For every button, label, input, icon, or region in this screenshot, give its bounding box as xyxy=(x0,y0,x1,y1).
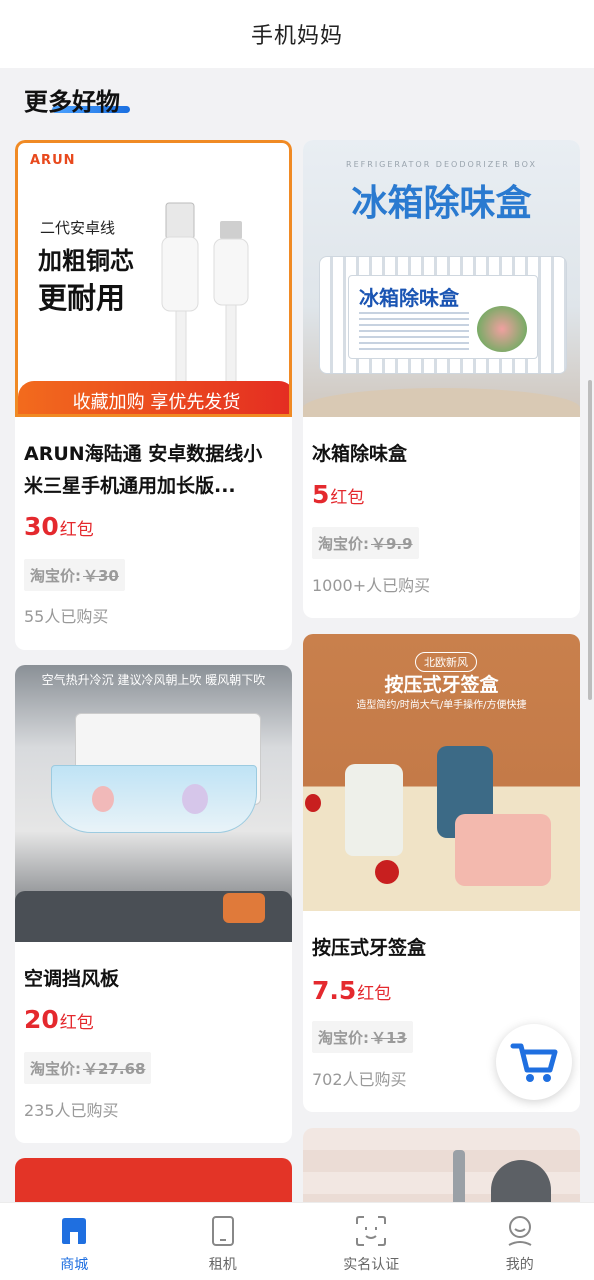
product-card-ac-deflector[interactable]: 空气热升冷沉 建议冷风朝上吹 暖风朝下吹 空调挡风板 20红包 淘宝价: ￥27.… xyxy=(15,665,292,1143)
image-headline-2: 更耐用 xyxy=(38,281,126,315)
image-headline: 按压式牙签盒 xyxy=(384,674,499,696)
toothpick-box-pink xyxy=(455,814,551,886)
taobao-price: ￥30 xyxy=(83,566,119,585)
toothpick-box-white xyxy=(345,764,403,856)
tab-verify-identity[interactable]: 实名认证 xyxy=(297,1203,446,1280)
image-tag: 北欧新风 xyxy=(415,652,477,672)
taobao-price-badge: 淘宝价: ￥27.68 xyxy=(24,1052,152,1084)
product-name: 空调挡风板 xyxy=(24,968,120,990)
taobao-price: ￥9.9 xyxy=(371,534,413,553)
product-image: 北欧新风 按压式牙签盒 造型简约/时尚大气/单手操作/方便快捷 xyxy=(303,634,580,911)
price-value: 30 xyxy=(24,512,59,541)
taobao-price: ￥13 xyxy=(371,1028,407,1047)
taobao-price-badge: 淘宝价: ￥9.9 xyxy=(312,527,419,559)
taobao-price: ￥27.68 xyxy=(83,1059,146,1078)
tab-label: 实名认证 xyxy=(343,1257,400,1273)
price-value: 5 xyxy=(312,480,330,509)
cart-icon xyxy=(510,1043,558,1082)
tab-label: 商城 xyxy=(60,1257,89,1273)
tab-label: 我的 xyxy=(505,1257,534,1273)
tab-profile[interactable]: 我的 xyxy=(446,1203,594,1280)
product-name: ARUN海陆通 安卓数据线小米三星手机通用加长版... xyxy=(24,443,263,497)
taobao-price-badge: 淘宝价: ￥30 xyxy=(24,559,125,591)
product-card-arun-cable[interactable]: ARUN 二代安卓线 加粗铜芯 更耐用 收藏加购 享优先发货 ARUN海陆通 安… xyxy=(15,140,292,650)
product-price: 5红包 xyxy=(312,480,364,509)
scrollbar[interactable] xyxy=(588,380,592,700)
price-value: 7.5 xyxy=(312,976,357,1005)
taobao-label: 淘宝价: xyxy=(318,1028,369,1047)
image-subtitle: 造型简约/时尚大气/单手操作/方便快捷 xyxy=(356,700,527,711)
sold-count: 702人已购买 xyxy=(312,1070,407,1089)
taobao-label: 淘宝价: xyxy=(30,566,81,585)
brand-logo: ARUN xyxy=(30,153,76,168)
product-price: 20红包 xyxy=(24,1005,94,1034)
deodorizer-box: 冰箱除味盒 xyxy=(319,256,567,374)
promo-banner: 收藏加购 享优先发货 xyxy=(18,381,289,414)
taobao-label: 淘宝价: xyxy=(30,1059,81,1078)
wooden-table xyxy=(303,388,580,417)
taobao-label: 淘宝价: xyxy=(318,534,369,553)
product-card-fridge-deodorizer[interactable]: REFRIGERATOR DEODORIZER BOX 冰箱除味盒 冰箱除味盒 … xyxy=(303,140,580,618)
image-subtitle: REFRIGERATOR DEODORIZER BOX xyxy=(346,160,537,169)
image-caption: 空气热升冷沉 建议冷风朝上吹 暖风朝下吹 xyxy=(41,673,266,687)
tab-rent-phone[interactable]: 租机 xyxy=(149,1203,298,1280)
price-value: 20 xyxy=(24,1005,59,1034)
phone-icon xyxy=(206,1214,240,1248)
tab-label: 租机 xyxy=(208,1257,237,1273)
product-price: 30红包 xyxy=(24,512,94,541)
section-title: 更多好物 xyxy=(24,88,120,116)
taobao-price-badge: 淘宝价: ￥13 xyxy=(312,1021,413,1053)
image-headline: 加粗铜芯 xyxy=(38,247,134,275)
sold-count: 1000+人已购买 xyxy=(312,576,431,595)
price-unit: 红包 xyxy=(59,520,94,540)
deflector-panel xyxy=(51,765,257,833)
sold-count: 55人已购买 xyxy=(24,607,109,626)
product-image: REFRIGERATOR DEODORIZER BOX 冰箱除味盒 冰箱除味盒 xyxy=(303,140,580,417)
face-id-icon xyxy=(354,1214,388,1248)
profile-icon xyxy=(503,1214,537,1248)
tab-shop[interactable]: 商城 xyxy=(0,1203,149,1280)
image-headline: 冰箱除味盒 xyxy=(351,183,532,224)
product-image: 空气热升冷沉 建议冷风朝上吹 暖风朝下吹 xyxy=(15,665,292,942)
image-tag-text: 北欧新风 xyxy=(424,656,468,669)
price-unit: 红包 xyxy=(357,984,392,1004)
app-title: 手机妈妈 xyxy=(250,24,343,49)
box-label: 冰箱除味盒 xyxy=(359,286,459,310)
product-price: 7.5红包 xyxy=(312,976,391,1005)
image-caption: 二代安卓线 xyxy=(40,219,116,237)
product-name: 按压式牙签盒 xyxy=(312,937,427,959)
product-image: ARUN 二代安卓线 加粗铜芯 更耐用 收藏加购 享优先发货 xyxy=(15,140,292,417)
cart-button[interactable] xyxy=(496,1024,572,1100)
promo-banner-text: 收藏加购 享优先发货 xyxy=(72,391,241,413)
price-unit: 红包 xyxy=(59,1013,94,1033)
product-name: 冰箱除味盒 xyxy=(312,443,408,465)
price-unit: 红包 xyxy=(330,488,365,508)
sold-count: 235人已购买 xyxy=(24,1101,119,1120)
bottom-tab-bar: 商城 租机 实名认证 我的 xyxy=(0,1202,594,1280)
shop-icon xyxy=(57,1214,91,1248)
top-bar: 手机妈妈 xyxy=(0,0,594,68)
